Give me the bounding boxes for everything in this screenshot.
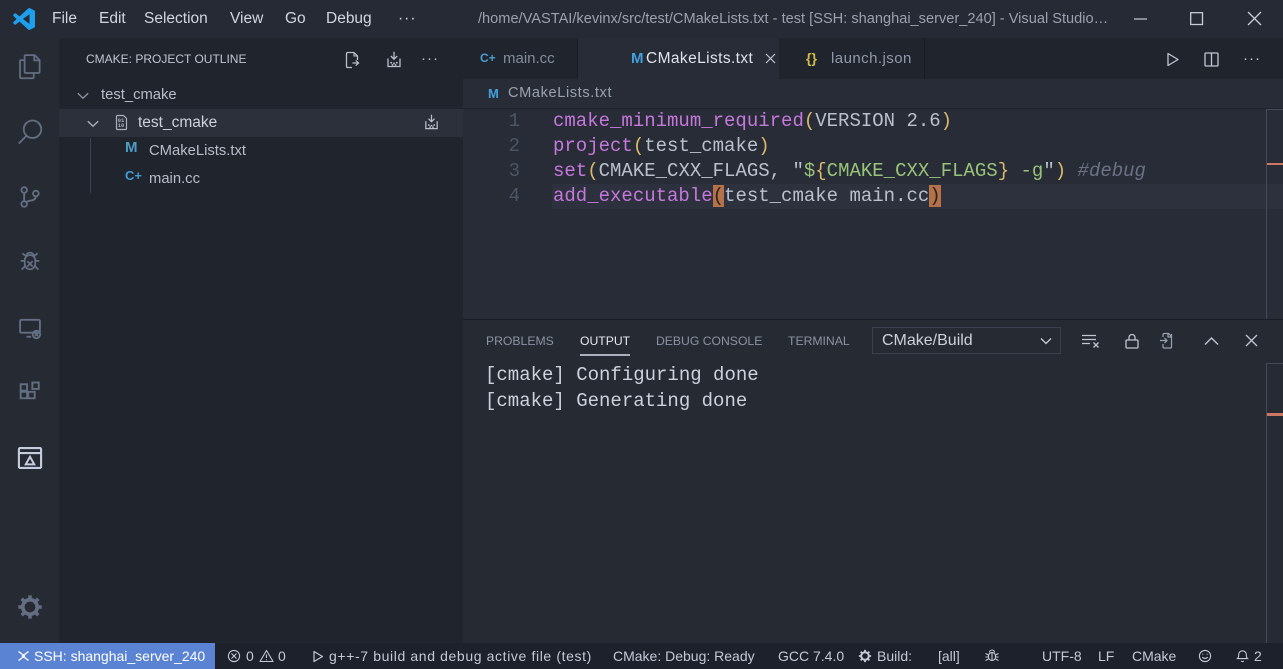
svg-text:10: 10 xyxy=(118,123,124,129)
